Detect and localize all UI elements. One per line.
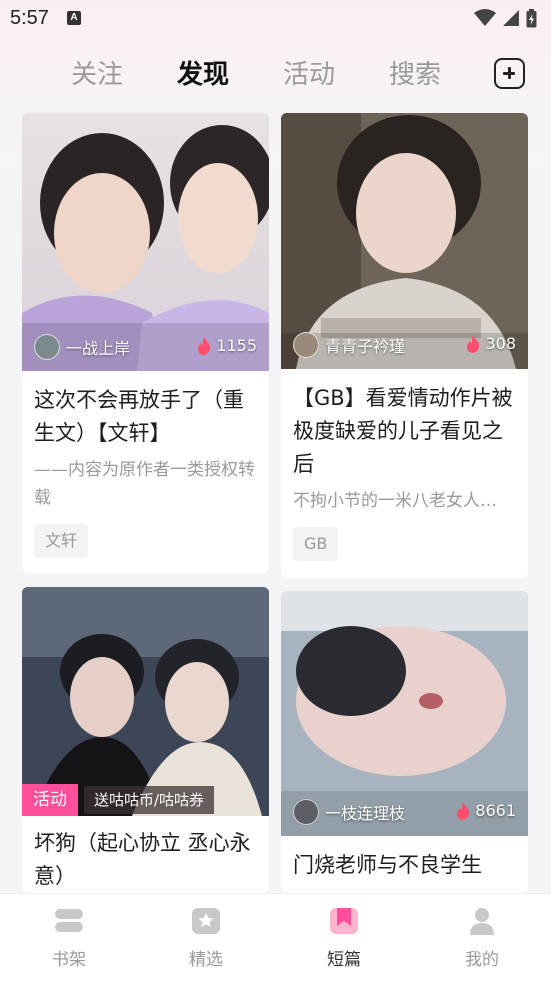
nav-label: 书架 — [52, 950, 86, 970]
card-title: 门烧老师与不良学生 — [293, 853, 482, 877]
heat-value: 308 — [485, 334, 516, 353]
tab-activity[interactable]: 活动 — [283, 54, 335, 91]
tab-search[interactable]: 搜索 — [389, 54, 441, 91]
signal-icon — [503, 10, 519, 26]
a-icon: A — [66, 11, 81, 25]
status-icons — [474, 8, 537, 28]
nav-label: 精选 — [189, 950, 223, 970]
nav-bookshelf[interactable]: 书架 — [29, 906, 109, 970]
heat-count: 8661 — [456, 801, 516, 820]
status-bar: 5:57 A — [0, 0, 551, 36]
heat-value: 8661 — [475, 801, 516, 820]
promo-label: 活动 — [22, 784, 78, 816]
nav-label: 短篇 — [327, 950, 361, 970]
author-info[interactable]: 一战上岸 — [34, 334, 130, 360]
avatar — [293, 332, 319, 358]
author-info[interactable]: 一枝连理枝 — [293, 799, 405, 825]
author-name: 青青子衿瑾 — [325, 337, 406, 356]
person-icon — [470, 908, 494, 935]
flame-icon — [457, 801, 470, 820]
bookshelf-icon — [55, 909, 83, 932]
story-card[interactable]: 一战上岸 1155 这次不会再放手了（重生文）【文轩】 ——内容为原作者一类授权… — [22, 113, 269, 573]
bookmark-icon — [330, 908, 358, 934]
nav-mine[interactable]: 我的 — [442, 906, 522, 970]
top-tabs: 关注 发现 活动 搜索 — [0, 50, 551, 98]
author-name: 一枝连理枝 — [325, 804, 406, 823]
author-name: 一战上岸 — [66, 339, 131, 358]
flame-icon — [198, 336, 211, 355]
cover-image — [281, 113, 528, 369]
card-title: 坏狗（起心协立 丞心永意） — [34, 831, 251, 888]
tab-follow[interactable]: 关注 — [71, 54, 123, 91]
heat-count: 1155 — [197, 336, 257, 355]
cover-image: 活动 送咕咕币/咕咕券 — [22, 587, 269, 816]
status-time: 5:57 — [10, 6, 49, 29]
card-title: 【GB】看爱情动作片被极度缺爱的儿子看见之后 — [293, 386, 513, 476]
heat-value: 1155 — [216, 336, 257, 355]
flame-icon — [467, 334, 480, 353]
promo-banner[interactable]: 活动 送咕咕币/咕咕券 — [22, 784, 269, 816]
story-card[interactable]: 活动 送咕咕币/咕咕券 坏狗（起心协立 丞心永意） — [22, 587, 269, 893]
avatar — [293, 799, 319, 825]
plus-square-icon[interactable] — [494, 58, 525, 89]
card-description: ——内容为原作者一类授权转载 — [34, 460, 255, 508]
tab-discover[interactable]: 发现 — [177, 54, 229, 91]
wifi-icon — [474, 9, 496, 26]
promo-text: 送咕咕币/咕咕券 — [84, 786, 215, 814]
nav-featured[interactable]: 精选 — [166, 906, 246, 970]
bottom-nav: 书架 精选 短篇 我的 — [0, 893, 551, 981]
card-title: 这次不会再放手了（重生文）【文轩】 — [34, 388, 244, 445]
card-tag[interactable]: GB — [293, 527, 339, 561]
cover-image — [22, 113, 269, 371]
avatar — [34, 334, 60, 360]
card-description: 不拘小节的一米八老女人… — [293, 491, 497, 511]
heat-count: 308 — [466, 334, 516, 353]
star-badge-icon — [192, 908, 220, 934]
story-card[interactable]: 青青子衿瑾 308 【GB】看爱情动作片被极度缺爱的儿子看见之后 不拘小节的一米… — [281, 113, 528, 578]
card-tag[interactable]: 文轩 — [34, 524, 89, 558]
nav-shorts[interactable]: 短篇 — [304, 906, 384, 970]
nav-label: 我的 — [465, 950, 499, 970]
author-info[interactable]: 青青子衿瑾 — [293, 332, 405, 358]
battery-charging-icon — [526, 8, 537, 27]
story-card[interactable]: 一枝连理枝 8661 门烧老师与不良学生 — [281, 591, 528, 893]
